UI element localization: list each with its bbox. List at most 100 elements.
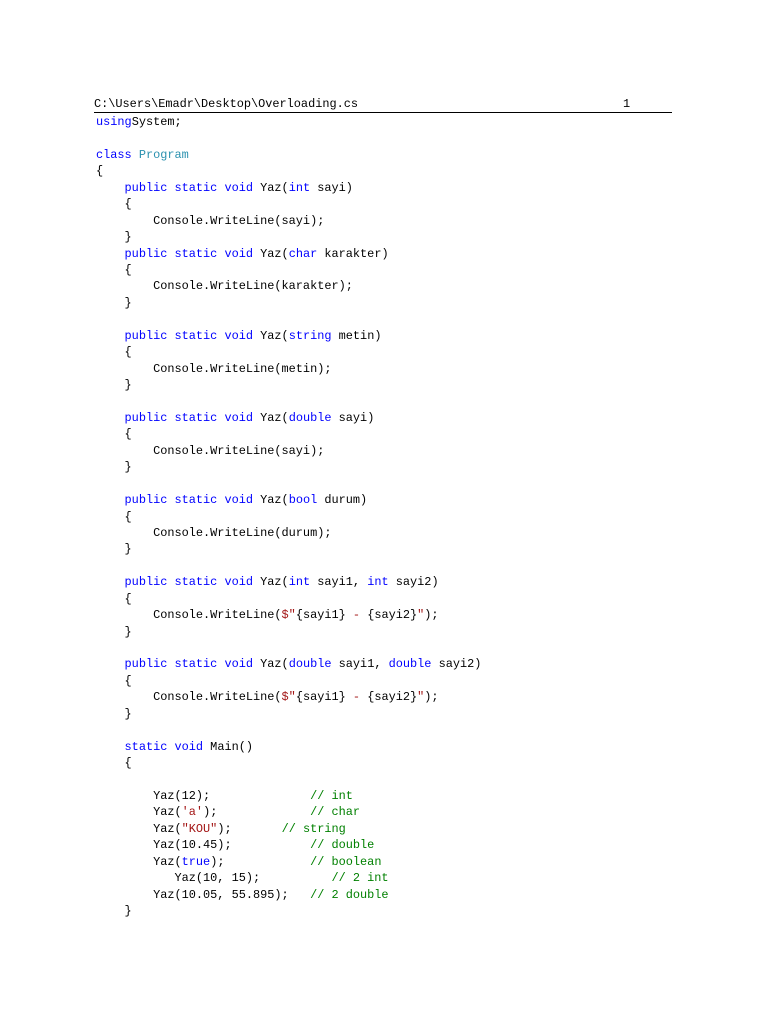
page-header: C:\Users\Emadr\Desktop\Overloading.cs 1 bbox=[94, 96, 672, 113]
code-text: { bbox=[96, 673, 132, 688]
code-text: sayi2) bbox=[431, 657, 482, 672]
code-line: } bbox=[96, 624, 481, 640]
code-text: ); bbox=[424, 608, 439, 623]
keyword: double bbox=[388, 657, 432, 672]
code-line: Console.WriteLine(metin); bbox=[96, 361, 481, 377]
code-text: Yaz( bbox=[253, 657, 289, 672]
code-line: public static void Yaz(string metin) bbox=[96, 328, 481, 344]
code-line: public static void Yaz(int sayi) bbox=[96, 180, 481, 196]
code-text: {sayi1} bbox=[295, 608, 346, 623]
keyword: int bbox=[288, 180, 311, 195]
keyword: public static void bbox=[124, 575, 253, 590]
code-line: Yaz(10.45); // double bbox=[96, 837, 481, 853]
code-line: { bbox=[96, 509, 481, 525]
string-literal: - bbox=[345, 690, 368, 705]
keyword: char bbox=[288, 246, 318, 261]
code-line: Yaz(12); // int bbox=[96, 788, 481, 804]
keyword: double bbox=[288, 410, 332, 425]
code-text: ); bbox=[424, 690, 439, 705]
code-text: } bbox=[96, 624, 132, 639]
code-text: sayi) bbox=[331, 410, 375, 425]
code-text: Console.WriteLine(durum); bbox=[96, 525, 332, 540]
code-text: } bbox=[96, 230, 132, 245]
code-text: Console.WriteLine(metin); bbox=[96, 361, 332, 376]
code-text: Yaz(10, 15); bbox=[96, 871, 332, 886]
code-line: { bbox=[96, 673, 481, 689]
code-line: Yaz(true); // boolean bbox=[96, 854, 481, 870]
code-line: Console.WriteLine(durum); bbox=[96, 525, 481, 541]
code-text: System; bbox=[131, 115, 182, 129]
code-line: { bbox=[96, 755, 481, 771]
code-text: { bbox=[96, 509, 132, 524]
code-line: public static void Yaz(bool durum) bbox=[96, 492, 481, 508]
keyword: static void bbox=[124, 739, 204, 754]
code-text: durum) bbox=[317, 493, 368, 508]
code-text: { bbox=[96, 262, 132, 277]
code-text: { bbox=[96, 427, 132, 442]
code-text: Yaz( bbox=[253, 328, 289, 343]
string-literal: $" bbox=[281, 690, 296, 705]
code-line: Console.WriteLine($"{sayi1} - {sayi2}"); bbox=[96, 607, 481, 623]
code-text: { bbox=[96, 591, 132, 606]
comment: // char bbox=[310, 805, 361, 820]
keyword: using bbox=[96, 115, 132, 129]
code-text: sayi1, bbox=[331, 657, 389, 672]
code-line: Console.WriteLine(sayi); bbox=[96, 213, 481, 229]
code-line: Console.WriteLine($"{sayi1} - {sayi2}"); bbox=[96, 689, 481, 705]
code-text: { bbox=[96, 164, 104, 179]
code-line: Yaz(10.05, 55.895); // 2 double bbox=[96, 887, 481, 903]
keyword: public static void bbox=[124, 180, 253, 195]
code-text: Console.WriteLine(karakter); bbox=[96, 279, 353, 294]
code-text: sayi1, bbox=[310, 575, 368, 590]
code-text: Yaz( bbox=[253, 410, 289, 425]
code-text: metin) bbox=[331, 328, 382, 343]
comment: // boolean bbox=[310, 854, 382, 869]
code-text: sayi) bbox=[310, 180, 353, 195]
string-literal: - bbox=[345, 608, 368, 623]
code-line: } bbox=[96, 903, 481, 919]
code-line: } bbox=[96, 459, 481, 475]
code-text: { bbox=[96, 197, 132, 212]
code-text: Yaz(12); bbox=[96, 788, 311, 803]
code-line: { bbox=[96, 344, 481, 360]
code-text: sayi2) bbox=[388, 575, 439, 590]
code-text: Console.WriteLine(sayi); bbox=[96, 443, 325, 458]
code-line: } bbox=[96, 295, 481, 311]
code-text: } bbox=[96, 460, 132, 475]
code-line: } bbox=[96, 541, 481, 557]
code-text: { bbox=[96, 345, 132, 360]
code-line: { bbox=[96, 196, 481, 212]
code-text: Yaz( bbox=[96, 821, 182, 836]
code-line: } bbox=[96, 706, 481, 722]
comment: // int bbox=[310, 788, 353, 803]
code-line: Console.WriteLine(sayi); bbox=[96, 443, 481, 459]
code-line: usingSystem; bbox=[96, 114, 481, 130]
comment: // double bbox=[310, 838, 375, 853]
code-text: ); bbox=[217, 821, 282, 836]
code-text: Yaz( bbox=[253, 493, 289, 508]
keyword: int bbox=[288, 575, 311, 590]
code-line: { bbox=[96, 591, 481, 607]
code-text: Yaz( bbox=[96, 854, 182, 869]
code-line: { bbox=[96, 262, 481, 278]
code-text: Yaz( bbox=[96, 805, 182, 820]
comment: // string bbox=[281, 821, 346, 836]
code-text: Main() bbox=[203, 739, 253, 754]
comment: // 2 double bbox=[310, 887, 389, 902]
code-line: public static void Yaz(char karakter) bbox=[96, 246, 481, 262]
code-line: Console.WriteLine(karakter); bbox=[96, 278, 481, 294]
code-text: ); bbox=[210, 854, 311, 869]
code-listing: usingSystem; class Program{ public static… bbox=[96, 114, 481, 919]
